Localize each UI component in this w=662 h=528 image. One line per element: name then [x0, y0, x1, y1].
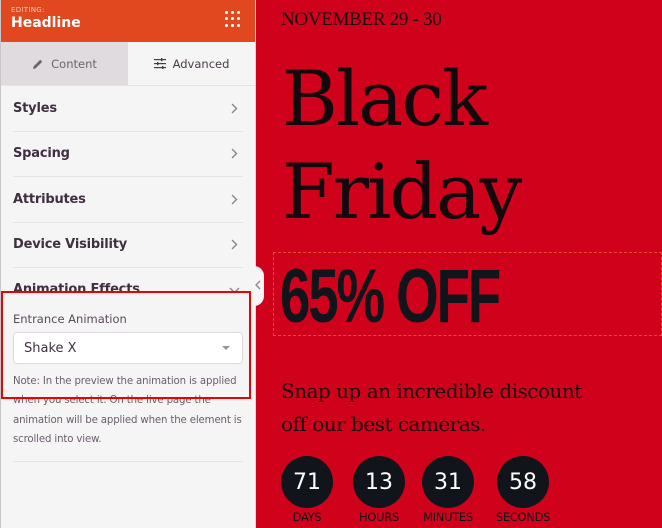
countdown-value: 58 — [497, 456, 549, 508]
countdown-minutes: 31 MINUTES — [422, 456, 497, 524]
sidebar-tabs: Content Advanced — [1, 42, 255, 86]
tab-advanced[interactable]: Advanced — [128, 42, 255, 85]
settings-sections: Styles Spacing Attributes Device Visibil… — [1, 86, 255, 268]
section-device-visibility[interactable]: Device Visibility — [13, 223, 243, 268]
section-label: Device Visibility — [13, 237, 128, 253]
countdown-label: SECONDS — [495, 510, 551, 524]
event-date[interactable]: NOVEMBER 29 - 30 — [281, 9, 442, 31]
entrance-animation-label: Entrance Animation — [13, 312, 127, 326]
countdown-hours: 13 HOURS — [353, 456, 422, 524]
sliders-icon — [153, 58, 166, 69]
section-label: Animation Effects — [13, 281, 140, 297]
tab-content-label: Content — [51, 56, 97, 71]
section-spacing[interactable]: Spacing — [13, 132, 243, 177]
countdown-days: 71 DAYS — [281, 456, 353, 524]
section-label: Styles — [13, 100, 57, 116]
tab-content[interactable]: Content — [1, 42, 128, 85]
page-canvas: NOVEMBER 29 - 30 Black Friday 65% OFF Sn… — [257, 0, 662, 528]
countdown-seconds: 58 SECONDS — [495, 456, 569, 524]
countdown-label: HOURS — [359, 510, 399, 524]
editing-title: Headline — [11, 15, 81, 31]
headline-line-2: Friday — [282, 147, 522, 236]
countdown-value: 71 — [281, 456, 333, 508]
countdown-label: MINUTES — [423, 510, 473, 524]
section-attributes[interactable]: Attributes — [13, 177, 243, 223]
sidebar-header: EDITING: Headline — [1, 0, 255, 42]
caret-down-icon — [222, 346, 230, 350]
chevron-right-icon — [228, 102, 240, 114]
countdown-timer: 71 DAYS 13 HOURS 31 MINUTES 58 SECONDS — [281, 456, 569, 524]
grid-dots-icon[interactable] — [225, 11, 241, 27]
divider — [13, 461, 243, 463]
countdown-value: 31 — [422, 456, 474, 508]
entrance-animation-select[interactable]: Shake X — [13, 332, 243, 364]
entrance-animation-value: Shake X — [24, 340, 77, 356]
offer-headline[interactable]: 65% OFF — [280, 258, 501, 336]
chevron-down-icon — [229, 281, 240, 299]
countdown-label: DAYS — [292, 510, 322, 524]
section-styles[interactable]: Styles — [13, 86, 243, 132]
section-label: Attributes — [13, 191, 86, 207]
animation-effects-panel: Animation Effects Entrance Animation Sha… — [1, 268, 255, 463]
chevron-left-icon — [255, 277, 261, 295]
section-label: Spacing — [13, 146, 70, 162]
offer-description[interactable]: Snap up an incredible discount off our b… — [281, 375, 611, 441]
chevron-right-icon — [228, 239, 240, 251]
headline-line-1: Black — [282, 54, 488, 143]
countdown-value: 13 — [353, 456, 405, 508]
editing-label: EDITING: — [11, 6, 45, 14]
chevron-right-icon — [228, 193, 240, 205]
animation-note: Note: In the preview the animation is ap… — [13, 376, 242, 445]
section-animation-effects[interactable]: Animation Effects — [13, 268, 243, 312]
chevron-right-icon — [228, 148, 240, 160]
headline[interactable]: Black Friday — [282, 52, 522, 238]
pencil-icon — [32, 58, 44, 70]
editor-sidebar: EDITING: Headline Content Advanced Style… — [0, 0, 256, 528]
collapse-sidebar-button[interactable] — [252, 266, 264, 306]
tab-advanced-label: Advanced — [172, 56, 230, 71]
